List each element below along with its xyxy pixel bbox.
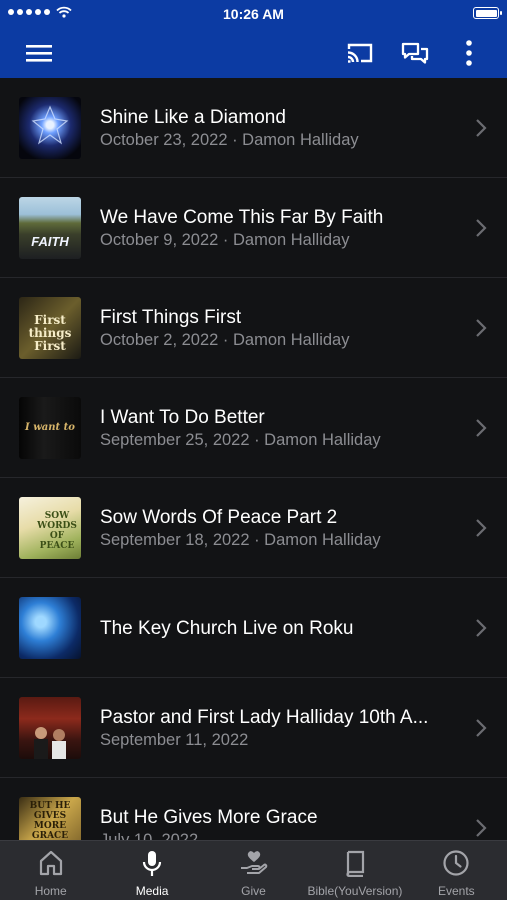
list-item[interactable]: BUT HE GIVES MORE GRACE But He Gives Mor… [0, 778, 507, 840]
clock-icon [443, 850, 469, 876]
chevron-right-icon [476, 619, 487, 637]
app-bar [0, 28, 507, 78]
status-time: 10:26 AM [223, 6, 284, 22]
give-hand-icon [240, 851, 267, 874]
chevron-right-icon [476, 419, 487, 437]
item-subtitle: October 9, 2022 · Damon Halliday [100, 231, 350, 249]
item-title: Pastor and First Lady Halliday 10th A... [100, 707, 429, 728]
chevron-right-icon [476, 319, 487, 337]
tab-give[interactable]: Give [203, 841, 304, 900]
list-item[interactable]: Pastor and First Lady Halliday 10th A...… [0, 678, 507, 778]
item-subtitle: October 2, 2022 · Damon Halliday [100, 331, 350, 349]
hamburger-menu-icon[interactable] [23, 37, 55, 69]
item-title: I Want To Do Better [100, 407, 265, 428]
item-title: Sow Words Of Peace Part 2 [100, 507, 338, 528]
live-thumbnail [19, 597, 81, 659]
thumbnail-text: First things First [28, 313, 72, 353]
status-bar: 10:26 AM [0, 0, 507, 28]
tab-label: Give [241, 884, 266, 898]
sermon-thumbnail: BUT HE GIVES MORE GRACE [19, 797, 81, 840]
list-item[interactable]: Shine Like a Diamond October 23, 2022 · … [0, 78, 507, 178]
tab-label: Bible(YouVersion) [307, 884, 403, 898]
tab-events[interactable]: Events [406, 841, 507, 900]
item-title: First Things First [100, 307, 242, 328]
chevron-right-icon [476, 719, 487, 737]
item-subtitle: July 10, 2022 [100, 831, 199, 840]
thumbnail-text: SOW WORDS OF PEACE [37, 511, 77, 551]
more-vertical-icon[interactable] [453, 37, 485, 69]
chevron-right-icon [476, 119, 487, 137]
chevron-right-icon [476, 519, 487, 537]
item-subtitle: September 25, 2022 · Damon Halliday [100, 431, 381, 449]
bible-book-icon [346, 850, 365, 877]
tab-bible[interactable]: Bible(YouVersion) [304, 841, 405, 900]
tab-home[interactable]: Home [0, 841, 101, 900]
tab-label: Events [437, 884, 475, 898]
sermon-thumbnail: FAITH [19, 197, 81, 259]
sermon-thumbnail: SOW WORDS OF PEACE [19, 497, 81, 559]
tab-label: Home [34, 884, 67, 898]
item-title: Shine Like a Diamond [100, 107, 286, 128]
sermon-thumbnail: I want to [19, 397, 81, 459]
list-item[interactable]: I want to I Want To Do Better September … [0, 378, 507, 478]
item-subtitle: October 23, 2022 · Damon Halliday [100, 131, 359, 149]
item-title: The Key Church Live on Roku [100, 618, 354, 639]
chevron-right-icon [476, 219, 487, 237]
list-item[interactable]: First things First First Things First Oc… [0, 278, 507, 378]
item-subtitle: September 18, 2022 · Damon Halliday [100, 531, 381, 549]
thumbnail-text: BUT HE GIVES MORE GRACE [29, 801, 71, 840]
thumbnail-text: I want to [25, 422, 75, 433]
chevron-right-icon [476, 819, 487, 837]
chat-bubbles-icon[interactable] [399, 37, 431, 69]
battery-icon [473, 7, 502, 19]
bottom-tab-bar: Home Media Give Bible(YouVersion) Events [0, 840, 507, 900]
anniversary-thumbnail [19, 697, 81, 759]
sermon-thumbnail [19, 97, 81, 159]
item-title: But He Gives More Grace [100, 807, 318, 828]
cast-icon[interactable] [344, 37, 376, 69]
sermon-thumbnail: First things First [19, 297, 81, 359]
list-item[interactable]: FAITH We Have Come This Far By Faith Oct… [0, 178, 507, 278]
thumbnail-text: FAITH [31, 234, 69, 249]
list-item[interactable]: SOW WORDS OF PEACE Sow Words Of Peace Pa… [0, 478, 507, 578]
microphone-icon [143, 851, 162, 876]
tab-media[interactable]: Media [101, 841, 202, 900]
list-item[interactable]: The Key Church Live on Roku [0, 578, 507, 678]
item-title: We Have Come This Far By Faith [100, 207, 384, 228]
tab-label: Media [135, 884, 169, 898]
home-icon [39, 850, 62, 876]
item-subtitle: September 11, 2022 [100, 731, 249, 749]
media-list: Shine Like a Diamond October 23, 2022 · … [0, 78, 507, 840]
